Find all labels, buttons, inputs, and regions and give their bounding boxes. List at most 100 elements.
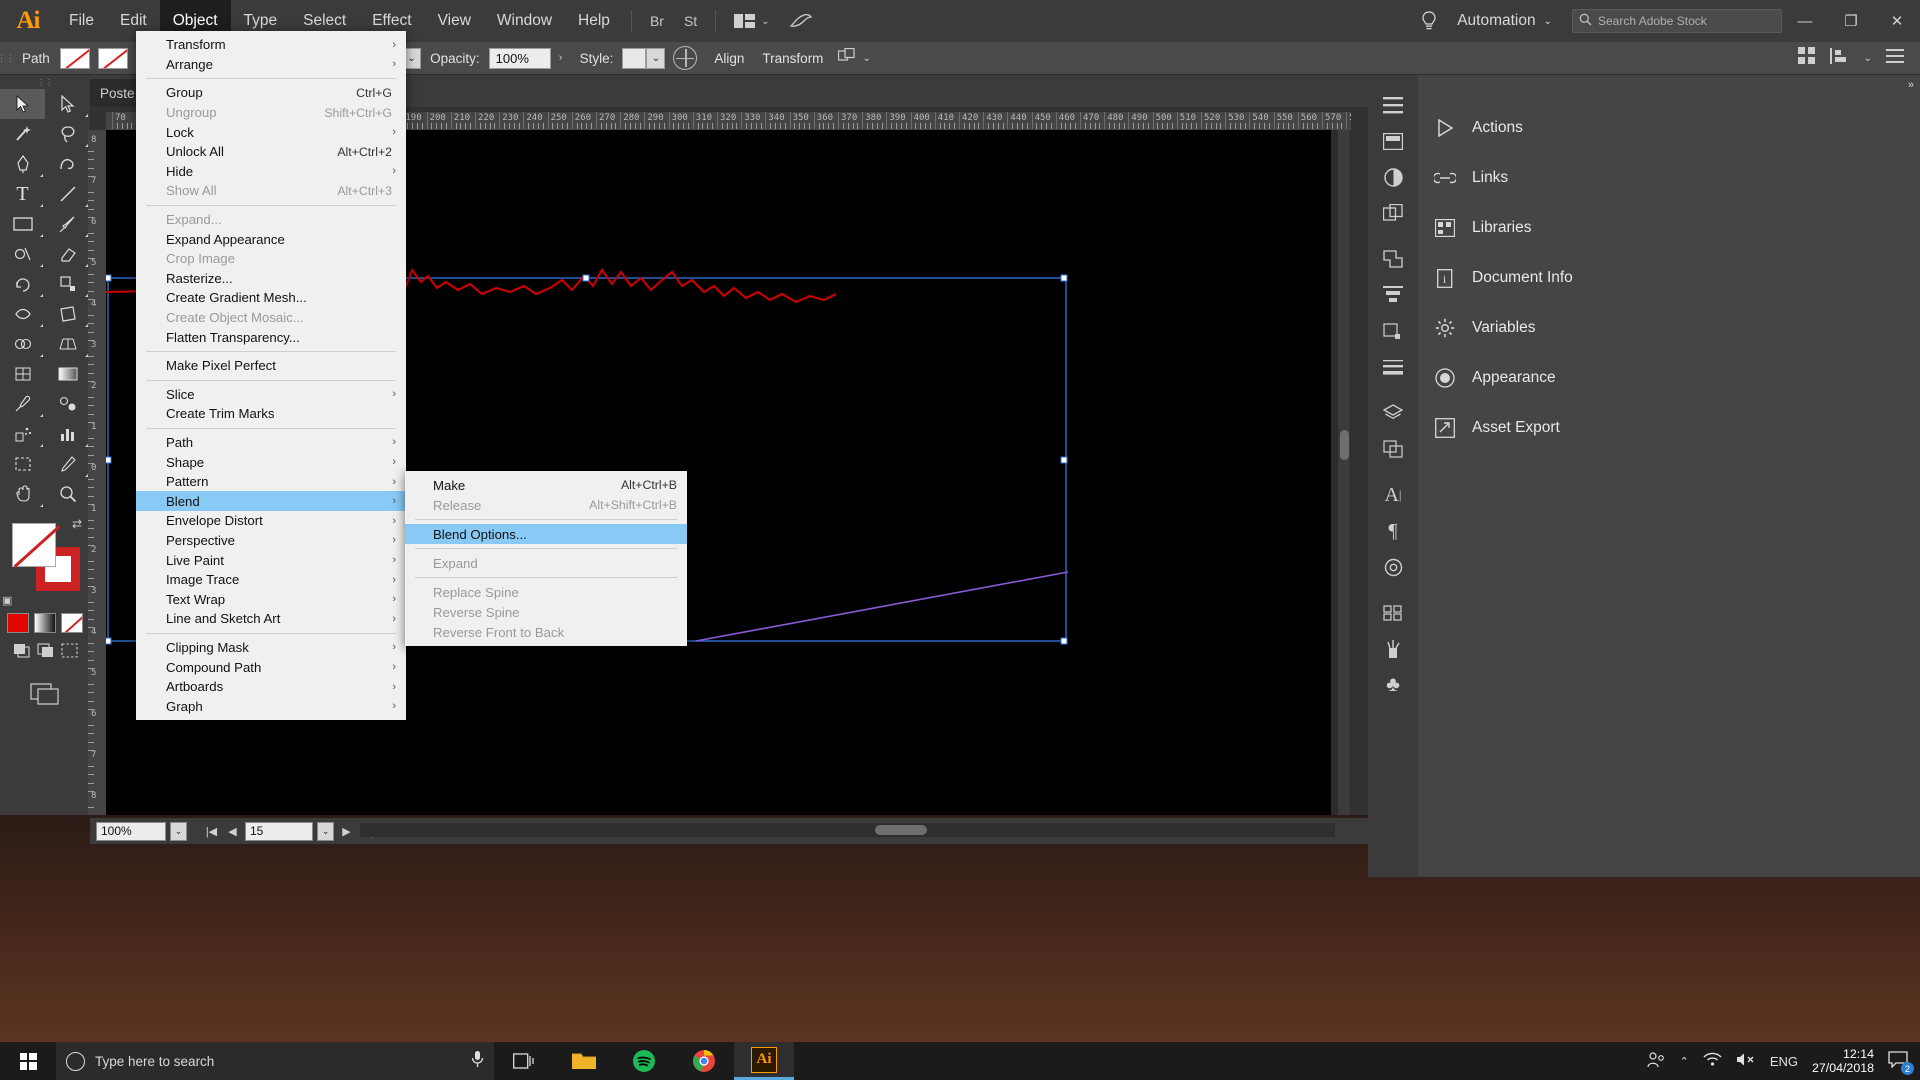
draw-behind-icon[interactable] bbox=[37, 643, 54, 661]
align-panel-icon[interactable] bbox=[1830, 48, 1850, 69]
start-button[interactable] bbox=[0, 1042, 56, 1080]
selection-tool[interactable] bbox=[0, 89, 45, 119]
gradient-swatch-button[interactable] bbox=[34, 613, 56, 633]
object-menu-item-envelope-distort[interactable]: Envelope Distort› bbox=[136, 511, 406, 531]
zoom-level-caret-icon[interactable]: ⌄ bbox=[170, 822, 187, 841]
object-menu-item-group[interactable]: GroupCtrl+G bbox=[136, 83, 406, 103]
object-menu-item-hide[interactable]: Hide› bbox=[136, 162, 406, 182]
canvas-horizontal-scrollbar[interactable] bbox=[360, 823, 1335, 837]
recolor-artwork-icon[interactable] bbox=[673, 46, 697, 70]
arrange-objects-icon[interactable] bbox=[838, 48, 857, 69]
first-artboard-button[interactable]: |◀ bbox=[203, 825, 220, 838]
menu-help[interactable]: Help bbox=[565, 0, 623, 42]
menu-view[interactable]: View bbox=[425, 0, 484, 42]
object-menu-item-make-pixel-perfect[interactable]: Make Pixel Perfect bbox=[136, 356, 406, 376]
eraser-tool[interactable] bbox=[45, 239, 90, 269]
mesh-tool[interactable] bbox=[0, 359, 45, 389]
panel-item-actions[interactable]: Actions bbox=[1418, 103, 1920, 153]
chevron-down-icon-2[interactable]: ⌄ bbox=[1864, 53, 1872, 64]
grid-icon[interactable] bbox=[1798, 47, 1816, 70]
bridge-icon[interactable]: Br bbox=[640, 0, 674, 42]
canvas-vertical-scroll-thumb[interactable] bbox=[1340, 430, 1349, 460]
color-icon[interactable] bbox=[1368, 159, 1418, 195]
fill-color-swatch[interactable] bbox=[12, 523, 56, 567]
direct-selection-tool[interactable] bbox=[45, 89, 90, 119]
panel-item-document-info[interactable]: i Document Info bbox=[1418, 253, 1920, 303]
object-menu-item-perspective[interactable]: Perspective› bbox=[136, 531, 406, 551]
shaper-tool[interactable] bbox=[0, 239, 45, 269]
transform-button[interactable]: Transform bbox=[753, 51, 832, 66]
object-menu-item-lock[interactable]: Lock› bbox=[136, 122, 406, 142]
object-menu-item-create-trim-marks[interactable]: Create Trim Marks bbox=[136, 404, 406, 424]
perspective-grid-tool[interactable] bbox=[45, 329, 90, 359]
swap-fill-stroke-icon[interactable]: ⇄ bbox=[72, 517, 82, 531]
color-swatch-button[interactable] bbox=[7, 613, 29, 633]
control-bar-grip[interactable]: ⋮⋮ bbox=[0, 42, 12, 75]
zoom-tool[interactable] bbox=[45, 479, 90, 509]
blend-tool[interactable] bbox=[45, 389, 90, 419]
none-swatch-button[interactable] bbox=[61, 613, 83, 633]
bird-logo-icon[interactable] bbox=[780, 0, 822, 42]
opacity-icon[interactable] bbox=[1368, 549, 1418, 585]
fill-swatch-button[interactable] bbox=[60, 48, 90, 69]
task-view-button[interactable] bbox=[494, 1042, 554, 1080]
object-menu-item-unlock-all[interactable]: Unlock AllAlt+Ctrl+2 bbox=[136, 142, 406, 162]
object-menu-item-artboards[interactable]: Artboards› bbox=[136, 677, 406, 697]
change-screen-mode-icon[interactable] bbox=[0, 683, 90, 705]
align-button[interactable]: Align bbox=[705, 51, 753, 66]
object-menu-dropdown[interactable]: Transform›Arrange›GroupCtrl+GUngroupShif… bbox=[136, 31, 406, 720]
object-menu-item-text-wrap[interactable]: Text Wrap› bbox=[136, 589, 406, 609]
object-menu-item-pattern[interactable]: Pattern› bbox=[136, 472, 406, 492]
workspace-switcher[interactable]: Automation ⌄ bbox=[1447, 12, 1562, 30]
symbols-icon[interactable] bbox=[1368, 195, 1418, 231]
free-transform-tool[interactable] bbox=[45, 299, 90, 329]
graphic-styles-icon[interactable]: ♣ bbox=[1368, 667, 1418, 703]
default-fill-stroke-icon[interactable]: ▣ bbox=[2, 594, 12, 607]
draw-normal-icon[interactable] bbox=[13, 643, 30, 661]
type-tool[interactable]: T bbox=[0, 179, 45, 209]
volume-icon[interactable] bbox=[1736, 1052, 1756, 1070]
taskbar-search[interactable]: Type here to search bbox=[56, 1042, 494, 1080]
microphone-icon[interactable] bbox=[471, 1050, 484, 1072]
close-button[interactable]: ✕ bbox=[1874, 0, 1920, 42]
eyedropper-tool[interactable] bbox=[0, 389, 45, 419]
gradient-tool[interactable] bbox=[45, 359, 90, 389]
artboard-number-input[interactable]: 15 bbox=[245, 822, 313, 841]
minimize-button[interactable]: — bbox=[1782, 0, 1828, 42]
swatches-icon[interactable] bbox=[1368, 595, 1418, 631]
lasso-tool[interactable] bbox=[45, 119, 90, 149]
pen-tool[interactable] bbox=[0, 149, 45, 179]
blend-submenu-item-blend-options[interactable]: Blend Options... bbox=[405, 524, 687, 544]
object-menu-item-image-trace[interactable]: Image Trace› bbox=[136, 570, 406, 590]
artboard-panel-icon[interactable] bbox=[1368, 431, 1418, 467]
object-menu-item-path[interactable]: Path› bbox=[136, 433, 406, 453]
rectangle-tool[interactable] bbox=[0, 209, 45, 239]
curvature-tool[interactable] bbox=[45, 149, 90, 179]
object-menu-item-line-and-sketch-art[interactable]: Line and Sketch Art› bbox=[136, 609, 406, 629]
panel-item-links[interactable]: Links bbox=[1418, 153, 1920, 203]
artboard-caret-icon[interactable]: ⌄ bbox=[317, 822, 334, 841]
object-menu-item-arrange[interactable]: Arrange› bbox=[136, 55, 406, 75]
paragraph-icon[interactable]: ¶ bbox=[1368, 513, 1418, 549]
object-menu-item-graph[interactable]: Graph› bbox=[136, 696, 406, 716]
rotate-tool[interactable] bbox=[0, 269, 45, 299]
artboards-icon[interactable] bbox=[1368, 123, 1418, 159]
taskbar-app-illustrator[interactable]: Ai bbox=[734, 1042, 794, 1080]
paintbrush-tool[interactable] bbox=[45, 209, 90, 239]
magic-wand-tool[interactable] bbox=[0, 119, 45, 149]
panel-item-variables[interactable]: Variables bbox=[1418, 303, 1920, 353]
brushes-icon[interactable] bbox=[1368, 631, 1418, 667]
maximize-button[interactable]: ❐ bbox=[1828, 0, 1874, 42]
character-icon[interactable]: A| bbox=[1368, 477, 1418, 513]
object-menu-item-create-gradient-mesh[interactable]: Create Gradient Mesh... bbox=[136, 288, 406, 308]
style-caret-icon[interactable]: ⌄ bbox=[646, 48, 665, 69]
blend-submenu-item-make[interactable]: MakeAlt+Ctrl+B bbox=[405, 475, 687, 495]
object-menu-item-transform[interactable]: Transform› bbox=[136, 35, 406, 55]
layers-icon[interactable] bbox=[1368, 395, 1418, 431]
object-menu-item-slice[interactable]: Slice› bbox=[136, 385, 406, 405]
menu-icon[interactable] bbox=[1886, 49, 1904, 68]
artboard-tool[interactable] bbox=[0, 449, 45, 479]
previous-artboard-button[interactable]: ◀ bbox=[224, 825, 241, 838]
toolbar-grip[interactable]: ⋮⋮ bbox=[0, 75, 90, 89]
people-icon[interactable] bbox=[1646, 1051, 1666, 1072]
